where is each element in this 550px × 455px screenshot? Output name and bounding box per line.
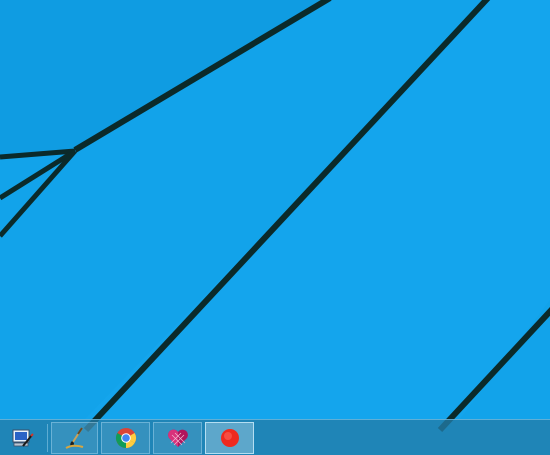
paint-brush-icon (65, 427, 83, 449)
heart-app-icon (167, 429, 188, 447)
taskbar-item-heart-app[interactable] (153, 422, 202, 454)
taskbar-item-system-tool[interactable] (2, 422, 42, 454)
taskbar-separator (47, 424, 48, 452)
wallpaper (0, 0, 550, 455)
taskbar (0, 419, 550, 455)
taskbar-item-chrome[interactable] (101, 422, 150, 454)
taskbar-item-paint[interactable] (51, 422, 98, 454)
computer-pen-icon (12, 429, 34, 447)
record-icon (220, 429, 239, 447)
taskbar-item-recorder[interactable] (205, 422, 254, 454)
desktop (0, 0, 550, 455)
chrome-icon (115, 428, 136, 448)
